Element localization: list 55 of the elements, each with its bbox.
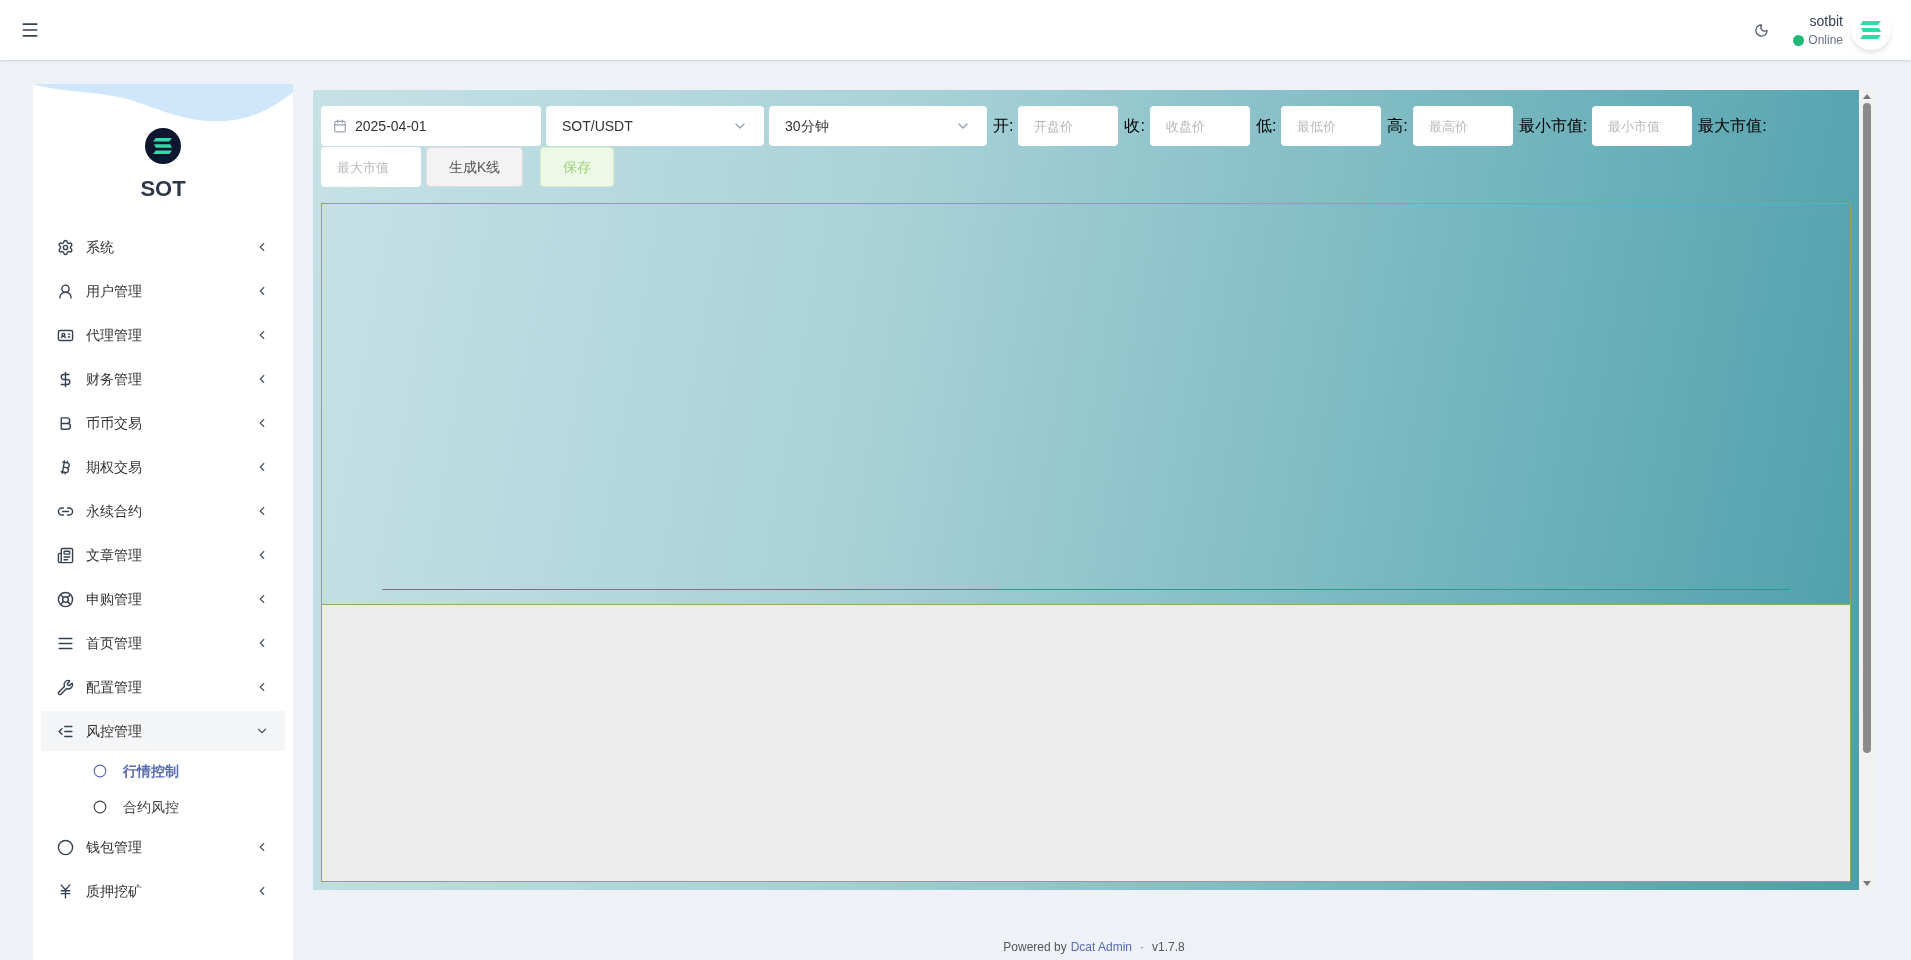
field-label: 最小市值: [1518, 116, 1588, 136]
submenu-item[interactable]: 行情控制 [41, 753, 285, 789]
price-field[interactable]: 最高价 [1412, 106, 1513, 146]
circle-icon [57, 838, 74, 856]
pair-select[interactable]: SOT/USDT [546, 106, 764, 146]
brand-name: SOT [140, 175, 186, 203]
sidebar-item[interactable]: 财务管理 [41, 359, 285, 399]
circle-icon [93, 764, 107, 778]
user-status: Online [1808, 32, 1843, 49]
field-label: 高: [1387, 116, 1408, 136]
field-label: 低: [1255, 116, 1277, 136]
sidebar-item[interactable]: 永续合约 [41, 491, 285, 531]
gear-icon [57, 238, 74, 256]
field-label: 收: [1124, 116, 1145, 136]
interval-select[interactable]: 30分钟 [769, 106, 987, 146]
price-field[interactable]: 最低价 [1281, 106, 1382, 146]
footer-version: v1.7.8 [1152, 939, 1185, 956]
price-field[interactable]: 收盘价 [1149, 106, 1250, 146]
lifebuoy-icon [57, 590, 74, 608]
field-label: 最大市值: [1698, 116, 1767, 136]
user-name: sotbit [1809, 12, 1843, 31]
footer-separator: · [1140, 939, 1144, 956]
wrench-icon [57, 678, 74, 696]
sidebar-item[interactable]: 配置管理 [41, 667, 285, 707]
date-field[interactable]: 2025-04-01 [321, 106, 541, 146]
sidebar-item[interactable]: 期权交易 [41, 447, 285, 487]
scroll-down-icon[interactable] [1863, 881, 1871, 886]
dark-mode-icon[interactable] [1754, 22, 1770, 38]
user-icon [57, 282, 74, 300]
sidebar-item[interactable]: 钱包管理 [41, 827, 285, 867]
sidebar-item[interactable]: 系统 [41, 227, 285, 267]
circle-icon [93, 800, 107, 814]
newspaper-icon [57, 546, 74, 564]
sidebar-item[interactable]: 风控管理 [41, 711, 285, 751]
field-label: 开: [993, 116, 1014, 136]
calendar-icon [333, 119, 347, 133]
price-field[interactable]: 最大市值 [321, 147, 421, 187]
sidebar-item[interactable]: 文章管理 [41, 535, 285, 575]
sidebar-item[interactable]: 币币交易 [41, 403, 285, 443]
generate-button[interactable]: 生成K线 [426, 147, 524, 187]
submenu-item[interactable]: 合约风控 [41, 789, 285, 825]
sidebar-item[interactable]: 质押挖矿 [41, 871, 285, 911]
scroll-up-icon[interactable] [1863, 94, 1871, 99]
footer-text: Powered by [1003, 939, 1067, 956]
sidebar-item[interactable]: 用户管理 [41, 271, 285, 311]
scrollbar[interactable] [1859, 90, 1875, 890]
sidebar-item[interactable]: 首页管理 [41, 623, 285, 663]
menu-icon[interactable] [20, 20, 40, 40]
price-field[interactable]: 开盘价 [1018, 106, 1119, 146]
brand-logo-icon [145, 128, 181, 164]
avatar-logo-icon [1851, 10, 1891, 50]
price-field[interactable]: 最小市值 [1592, 106, 1693, 146]
footer-link[interactable]: Dcat Admin [1070, 938, 1132, 956]
sidebar-item[interactable]: 代理管理 [41, 315, 285, 355]
sidebar-item[interactable]: 申购管理 [41, 579, 285, 619]
